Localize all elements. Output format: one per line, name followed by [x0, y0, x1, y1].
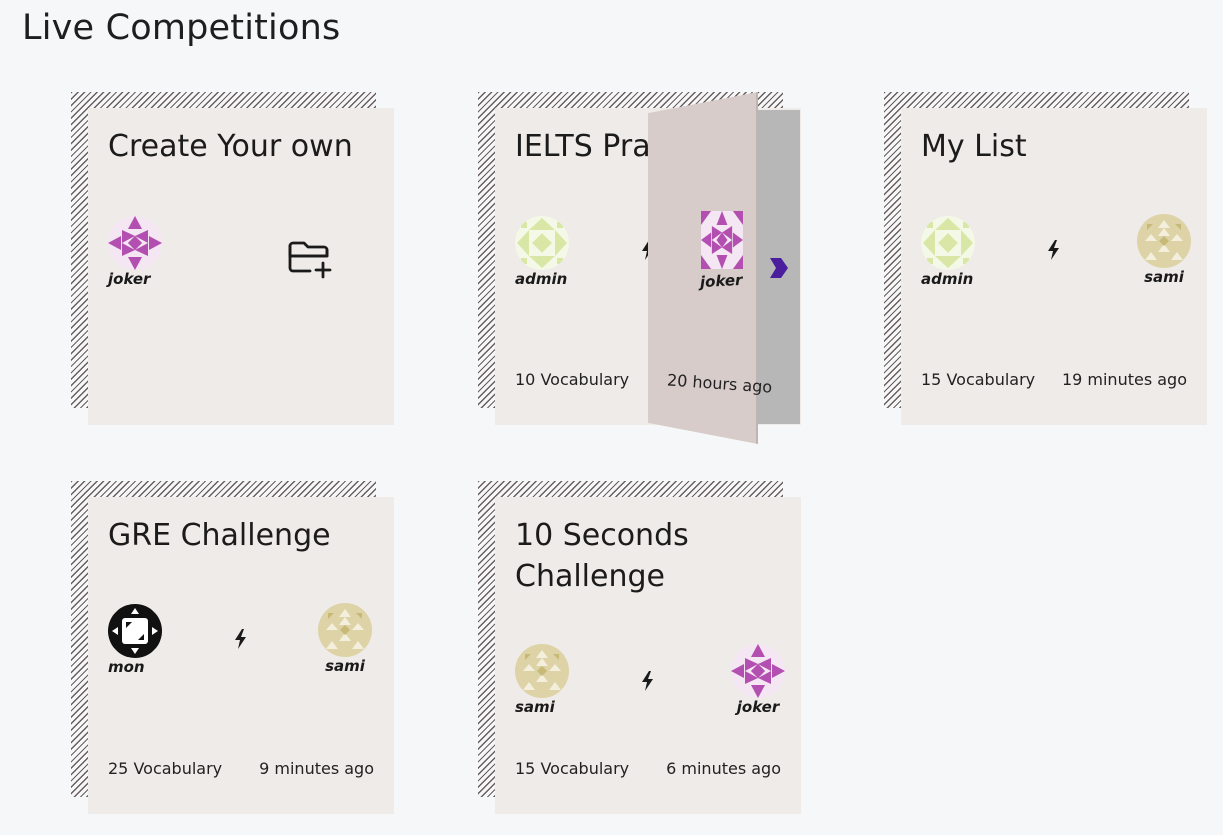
page-title: Live Competitions: [22, 8, 341, 48]
card-title: My List: [921, 129, 1027, 164]
avatar: [731, 644, 785, 698]
player-name: joker: [736, 698, 780, 716]
player-right: joker: [723, 644, 793, 716]
player-right: sami: [310, 603, 380, 675]
player-name: joker: [699, 270, 743, 292]
card-title: 10 Seconds Challenge: [515, 518, 689, 594]
card-title: Create Your own: [108, 129, 353, 164]
timestamp: 9 minutes ago: [259, 759, 374, 778]
card-body[interactable]: 10 Seconds Challenge sami joker 15 Vocab…: [495, 497, 801, 814]
lightning-bolt-icon: [1046, 240, 1062, 260]
player-name: sami: [325, 657, 365, 675]
avatar: [701, 211, 743, 269]
player-left: admin: [921, 216, 991, 288]
vocabulary-count: 25 Vocabulary: [108, 759, 223, 778]
vocabulary-count: 10 Vocabulary: [515, 370, 630, 389]
player-left: joker: [108, 216, 178, 288]
player-name: joker: [108, 270, 151, 288]
timestamp: 6 minutes ago: [666, 759, 781, 778]
card-body[interactable]: My List admin sami 15 Vocabulary 19 minu…: [901, 108, 1207, 425]
vocabulary-count: 15 Vocabulary: [515, 759, 630, 778]
player-left: sami: [515, 644, 585, 716]
player-name: admin: [515, 270, 568, 288]
vocabulary-count: 15 Vocabulary: [921, 370, 1036, 389]
competition-card-10-seconds[interactable]: 10 Seconds Challenge sami joker 15 Vocab…: [478, 481, 802, 815]
card-body[interactable]: Create Your own joker: [88, 108, 394, 425]
card-title: GRE Challenge: [108, 518, 331, 553]
timestamp: 19 minutes ago: [1061, 370, 1187, 389]
create-card[interactable]: Create Your own joker: [71, 92, 395, 426]
competition-card-my-list[interactable]: My List admin sami 15 Vocabulary 19 minu…: [884, 92, 1208, 426]
competition-card-gre[interactable]: GRE Challenge mon sami 25 Vocabulary 9 m…: [71, 481, 395, 815]
lightning-bolt-icon: [233, 629, 249, 649]
card-body[interactable]: GRE Challenge mon sami 25 Vocabulary 9 m…: [88, 497, 394, 814]
avatar: [515, 216, 569, 270]
player-left: admin: [515, 216, 585, 288]
folder-plus-icon[interactable]: [284, 232, 336, 284]
player-name: admin: [921, 270, 974, 288]
player-name: mon: [108, 658, 145, 676]
chevron-right-icon[interactable]: [770, 258, 788, 278]
avatar: [515, 644, 569, 698]
player-name: sami: [1144, 268, 1184, 286]
player-name: sami: [515, 698, 555, 716]
avatar: [921, 216, 975, 270]
player-right: sami: [1129, 214, 1199, 286]
avatar: [318, 603, 372, 657]
avatar: [1137, 214, 1191, 268]
avatar: [108, 216, 162, 270]
player-left: mon: [108, 604, 178, 676]
avatar: [108, 604, 162, 658]
lightning-bolt-icon: [640, 671, 656, 691]
